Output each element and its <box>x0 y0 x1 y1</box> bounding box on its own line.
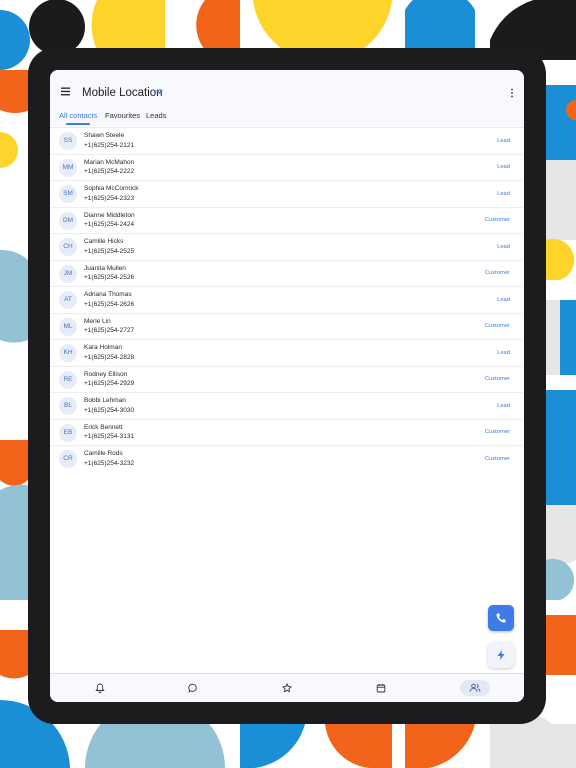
contact-type-badge: Lead <box>497 164 510 170</box>
call-button[interactable] <box>488 605 514 631</box>
app-screen: Mobile Location All contacts Favourites … <box>50 70 524 702</box>
contact-name: Camille Hicks <box>84 238 124 245</box>
menu-icon[interactable] <box>59 86 75 98</box>
avatar: DM <box>59 211 77 230</box>
tab-leads[interactable]: Leads <box>146 111 166 120</box>
avatar: EB <box>59 423 77 442</box>
contact-name: Bobbi Lehman <box>84 397 126 404</box>
contact-type-badge: Customer <box>484 270 510 276</box>
chat-icon <box>188 683 197 693</box>
tab-all-contacts[interactable]: All contacts <box>59 111 97 120</box>
contact-type-badge: Lead <box>497 137 510 144</box>
contact-row[interactable]: JM Juanita Mullen +1(625)254-2526 Custom… <box>50 261 524 287</box>
app-bar: Mobile Location <box>50 70 524 108</box>
contact-name: Camille Rods <box>84 450 123 457</box>
contact-type-badge: Lead <box>497 190 510 197</box>
contact-name: Kara Holman <box>84 344 122 351</box>
contact-type-badge: Customer <box>484 323 510 329</box>
avatar: RE <box>59 370 77 389</box>
bottom-navigation <box>50 673 524 702</box>
nav-calendar[interactable] <box>366 680 396 696</box>
contact-name: Marian McMahon <box>84 158 135 166</box>
contact-phone: +1(625)254-2121 <box>84 141 135 149</box>
contact-name: Rodney Ellison <box>84 370 128 378</box>
contact-phone: +1(625)254-2526 <box>84 274 135 281</box>
phone-icon <box>496 613 506 623</box>
contact-row[interactable]: CR Camille Rods +1(625)254-3232 Customer <box>50 446 524 473</box>
contact-phone: +1(625)254-3030 <box>84 406 135 414</box>
contact-row[interactable]: SM Sophia McCormick +1(625)254-2323 Lead <box>50 181 524 208</box>
active-tab-indicator <box>66 123 90 125</box>
contact-row[interactable]: AT Adriana Thomas +1(625)254-2626 Lead <box>50 287 524 314</box>
avatar: MM <box>59 158 77 177</box>
avatar: CR <box>59 450 77 468</box>
tab-favourites[interactable]: Favourites <box>105 111 140 120</box>
contact-type-badge: Customer <box>484 217 510 223</box>
avatar: KH <box>59 344 77 362</box>
contact-row[interactable]: ML Merle Lin +1(625)254-2727 Customer <box>50 314 524 340</box>
avatar: SS <box>59 132 77 150</box>
contact-phone: +1(625)254-2626 <box>84 300 135 308</box>
contact-phone: +1(625)254-2222 <box>84 168 135 175</box>
contact-phone: +1(625)254-2525 <box>84 247 135 255</box>
nav-favourites[interactable] <box>272 680 302 696</box>
contact-row[interactable]: SS Shawn Steele +1(625)254-2121 Lead <box>50 128 524 155</box>
contacts-icon <box>469 683 481 692</box>
avatar: ML <box>59 317 77 336</box>
nav-contacts[interactable] <box>460 680 490 696</box>
contact-name: Sophia McCormick <box>84 185 139 192</box>
contact-row[interactable]: DM Dianne Middleton +1(625)254-2424 Cust… <box>50 208 524 234</box>
avatar: BL <box>59 397 77 415</box>
contact-type-badge: Lead <box>497 243 510 250</box>
contact-name: Juanita Mullen <box>84 264 126 272</box>
nav-messages[interactable] <box>178 680 208 696</box>
contact-name: Erick Bennett <box>84 423 123 431</box>
contact-type-badge: Customer <box>484 455 510 462</box>
contact-type-badge: Lead <box>497 349 510 356</box>
page-title[interactable]: Mobile Location <box>82 87 163 99</box>
contact-type-badge: Lead <box>497 296 510 303</box>
bell-icon <box>95 683 105 693</box>
contact-type-badge: Customer <box>484 376 510 382</box>
contact-row[interactable]: MM Marian McMahon +1(625)254-2222 Lead <box>50 155 524 181</box>
contact-name: Adriana Thomas <box>84 291 132 298</box>
tab-bar: All contacts Favourites Leads <box>50 108 524 126</box>
contact-row[interactable]: BL Bobbi Lehman +1(625)254-3030 Lead <box>50 393 524 420</box>
chevron-down-icon[interactable] <box>155 88 164 95</box>
avatar: SM <box>59 185 77 203</box>
contact-name: Dianne Middleton <box>84 211 135 219</box>
contact-phone: +1(625)254-3131 <box>84 433 135 440</box>
contact-row[interactable]: CH Camille Hicks +1(625)254-2525 Lead <box>50 234 524 261</box>
nav-notifications[interactable] <box>85 680 115 696</box>
lightning-icon <box>497 650 505 660</box>
contact-name: Merle Lin <box>84 317 111 325</box>
more-vertical-icon[interactable] <box>510 88 514 98</box>
contact-phone: +1(625)254-2323 <box>84 194 135 202</box>
avatar: AT <box>59 291 77 309</box>
contact-phone: +1(625)254-2929 <box>84 380 135 387</box>
contact-row[interactable]: RE Rodney Ellison +1(625)254-2929 Custom… <box>50 367 524 393</box>
avatar: JM <box>59 264 77 283</box>
contact-type-badge: Customer <box>484 429 510 435</box>
contact-type-badge: Lead <box>497 402 510 409</box>
calendar-icon <box>376 684 386 693</box>
contact-phone: +1(625)254-2727 <box>84 327 135 334</box>
contact-name: Shawn Steele <box>84 132 125 139</box>
contact-row[interactable]: EB Erick Bennett +1(625)254-3131 Custome… <box>50 420 524 446</box>
contact-row[interactable]: KH Kara Holman +1(625)254-2828 Lead <box>50 340 524 367</box>
contact-phone: +1(625)254-2828 <box>84 353 135 361</box>
quick-action-button[interactable] <box>488 642 514 668</box>
contact-phone: +1(625)254-3232 <box>84 459 135 467</box>
star-icon <box>282 683 292 693</box>
contact-phone: +1(625)254-2424 <box>84 221 135 228</box>
avatar: CH <box>59 238 77 256</box>
contact-list: SS Shawn Steele +1(625)254-2121 Lead MM … <box>50 128 524 473</box>
